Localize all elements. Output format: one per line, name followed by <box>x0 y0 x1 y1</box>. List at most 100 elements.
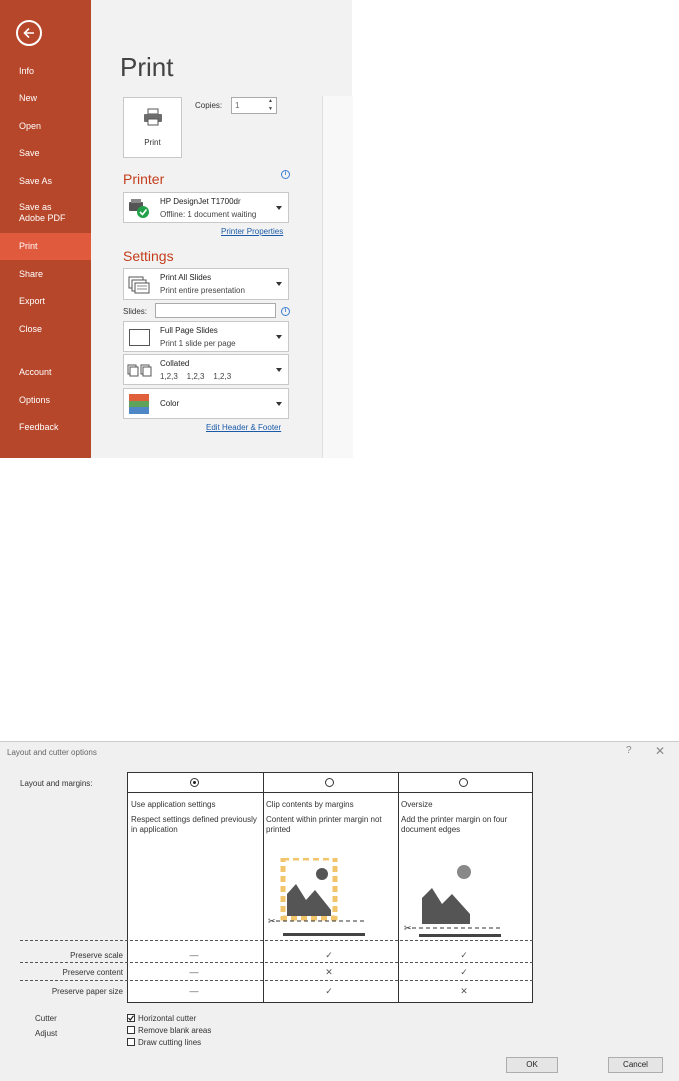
nav-open[interactable]: Open <box>0 113 91 139</box>
copies-value: 1 <box>235 101 240 110</box>
adjust-label: Adjust <box>35 1029 58 1038</box>
nav-options[interactable]: Options <box>0 387 91 413</box>
nav-info[interactable]: Info <box>0 58 91 84</box>
printer-status: Offline: 1 document waiting <box>160 210 257 219</box>
nav-share[interactable]: Share <box>0 261 91 287</box>
printer-heading: Printer <box>123 171 165 187</box>
dropdown-arrow-icon <box>276 368 282 372</box>
option-title: Oversize <box>401 800 433 809</box>
full-page-slide-icon <box>129 329 150 346</box>
dropdown-arrow-icon <box>276 402 282 406</box>
info-icon[interactable]: i <box>281 307 290 316</box>
settings-heading: Settings <box>123 248 174 264</box>
print-button[interactable]: Print <box>123 97 182 158</box>
layout-cutter-dialog: Layout and cutter options ? ✕ Layout and… <box>0 741 679 1081</box>
copies-input[interactable]: 1 ▲ ▼ <box>231 97 277 114</box>
collation-title: Collated <box>160 359 190 368</box>
row-value: ✓ <box>325 950 333 960</box>
dialog-title: Layout and cutter options <box>7 748 97 757</box>
nav-account[interactable]: Account <box>0 359 91 385</box>
color-title: Color <box>160 399 180 408</box>
row-label: Preserve scale <box>70 951 123 960</box>
radio-oversize[interactable] <box>459 778 468 787</box>
slides-range-title: Print All Slides <box>160 273 212 282</box>
ok-button[interactable]: OK <box>506 1057 558 1073</box>
cancel-button[interactable]: Cancel <box>608 1057 663 1073</box>
nav-save-as[interactable]: Save As <box>0 168 91 194</box>
slides-label: Slides: <box>123 307 148 316</box>
row-label: Preserve content <box>62 968 123 977</box>
option-title: Use application settings <box>131 800 216 809</box>
option-title: Clip contents by margins <box>266 800 354 809</box>
row-divider <box>20 962 533 963</box>
radio-clip-contents[interactable] <box>325 778 334 787</box>
dropdown-arrow-icon <box>276 206 282 210</box>
oversize-illustration: ✂ <box>404 858 501 937</box>
remove-blank-checkbox[interactable] <box>127 1026 135 1034</box>
edit-header-footer-link[interactable]: Edit Header & Footer <box>206 423 281 432</box>
nav-export[interactable]: Export <box>0 288 91 314</box>
collation-sub: 1,2,3 1,2,3 1,2,3 <box>160 372 232 381</box>
printer-properties-link[interactable]: Printer Properties <box>221 227 283 236</box>
info-icon[interactable]: i <box>281 170 290 179</box>
nav-feedback[interactable]: Feedback <box>0 414 91 440</box>
page-title: Print <box>120 52 174 82</box>
slides-input[interactable] <box>155 303 276 318</box>
row-value: ✓ <box>460 950 468 960</box>
radio-use-application-settings[interactable] <box>190 778 199 787</box>
remove-blank-label[interactable]: Remove blank areas <box>138 1026 211 1035</box>
back-arrow-icon[interactable] <box>16 20 42 46</box>
row-value: ✓ <box>325 986 333 996</box>
print-button-label: Print <box>144 138 161 147</box>
row-value: ✓ <box>460 967 468 977</box>
horizontal-cutter-checkbox[interactable] <box>127 1014 135 1022</box>
layout-title: Full Page Slides <box>160 326 218 335</box>
column-divider <box>398 773 399 1002</box>
color-dropdown[interactable]: Color <box>123 388 289 419</box>
draw-cutting-checkbox[interactable] <box>127 1038 135 1046</box>
copies-label: Copies: <box>195 101 223 110</box>
help-icon[interactable]: ? <box>626 745 632 756</box>
svg-text:✂: ✂ <box>268 916 276 926</box>
draw-cutting-label[interactable]: Draw cutting lines <box>138 1038 201 1047</box>
layout-margins-label: Layout and margins: <box>20 779 93 788</box>
checkmark-icon <box>128 1015 134 1021</box>
print-pane: Print Print Copies: 1 ▲ ▼ Printer i HP D… <box>91 0 353 458</box>
table-header-divider <box>128 792 532 793</box>
print-backstage: Info New Open Save Save As Save as Adobe… <box>0 0 353 458</box>
collation-dropdown[interactable]: Collated 1,2,3 1,2,3 1,2,3 <box>123 354 289 385</box>
slides-stack-icon <box>128 276 150 294</box>
printer-dropdown[interactable]: HP DesignJet T1700dr Offline: 1 document… <box>123 192 289 223</box>
preview-pane <box>322 96 353 458</box>
row-value: ✕ <box>325 967 333 977</box>
nav-print[interactable]: Print <box>0 233 91 260</box>
horizontal-cutter-label[interactable]: Horizontal cutter <box>138 1014 196 1023</box>
slides-range-sub: Print entire presentation <box>160 286 245 295</box>
svg-text:✂: ✂ <box>404 923 412 933</box>
copies-down-icon[interactable]: ▼ <box>268 107 274 112</box>
cutter-label: Cutter <box>35 1014 57 1023</box>
option-desc: Add the printer margin on four document … <box>401 815 508 834</box>
slides-range-dropdown[interactable]: Print All Slides Print entire presentati… <box>123 268 289 300</box>
layout-sub: Print 1 slide per page <box>160 339 236 348</box>
printer-icon <box>144 108 162 126</box>
clip-contents-illustration: ✂ <box>268 858 365 936</box>
nav-close[interactable]: Close <box>0 316 91 342</box>
layout-dropdown[interactable]: Full Page Slides Print 1 slide per page <box>123 321 289 352</box>
color-swatch-icon <box>129 394 149 414</box>
option-desc: Respect settings defined previously in a… <box>131 815 257 834</box>
dropdown-arrow-icon <box>276 335 282 339</box>
nav-new[interactable]: New <box>0 85 91 111</box>
close-icon[interactable]: ✕ <box>655 744 665 758</box>
printer-status-icon <box>129 199 149 218</box>
row-divider <box>20 980 533 981</box>
row-label: Preserve paper size <box>51 987 123 996</box>
row-divider <box>20 940 533 941</box>
nav-save[interactable]: Save <box>0 140 91 166</box>
column-divider <box>263 773 264 1002</box>
row-value: — <box>189 986 199 996</box>
nav-save-as-pdf[interactable]: Save as Adobe PDF <box>0 199 70 229</box>
row-value: ✕ <box>460 986 468 996</box>
copies-up-icon[interactable]: ▲ <box>268 99 274 104</box>
printer-name: HP DesignJet T1700dr <box>160 197 241 206</box>
